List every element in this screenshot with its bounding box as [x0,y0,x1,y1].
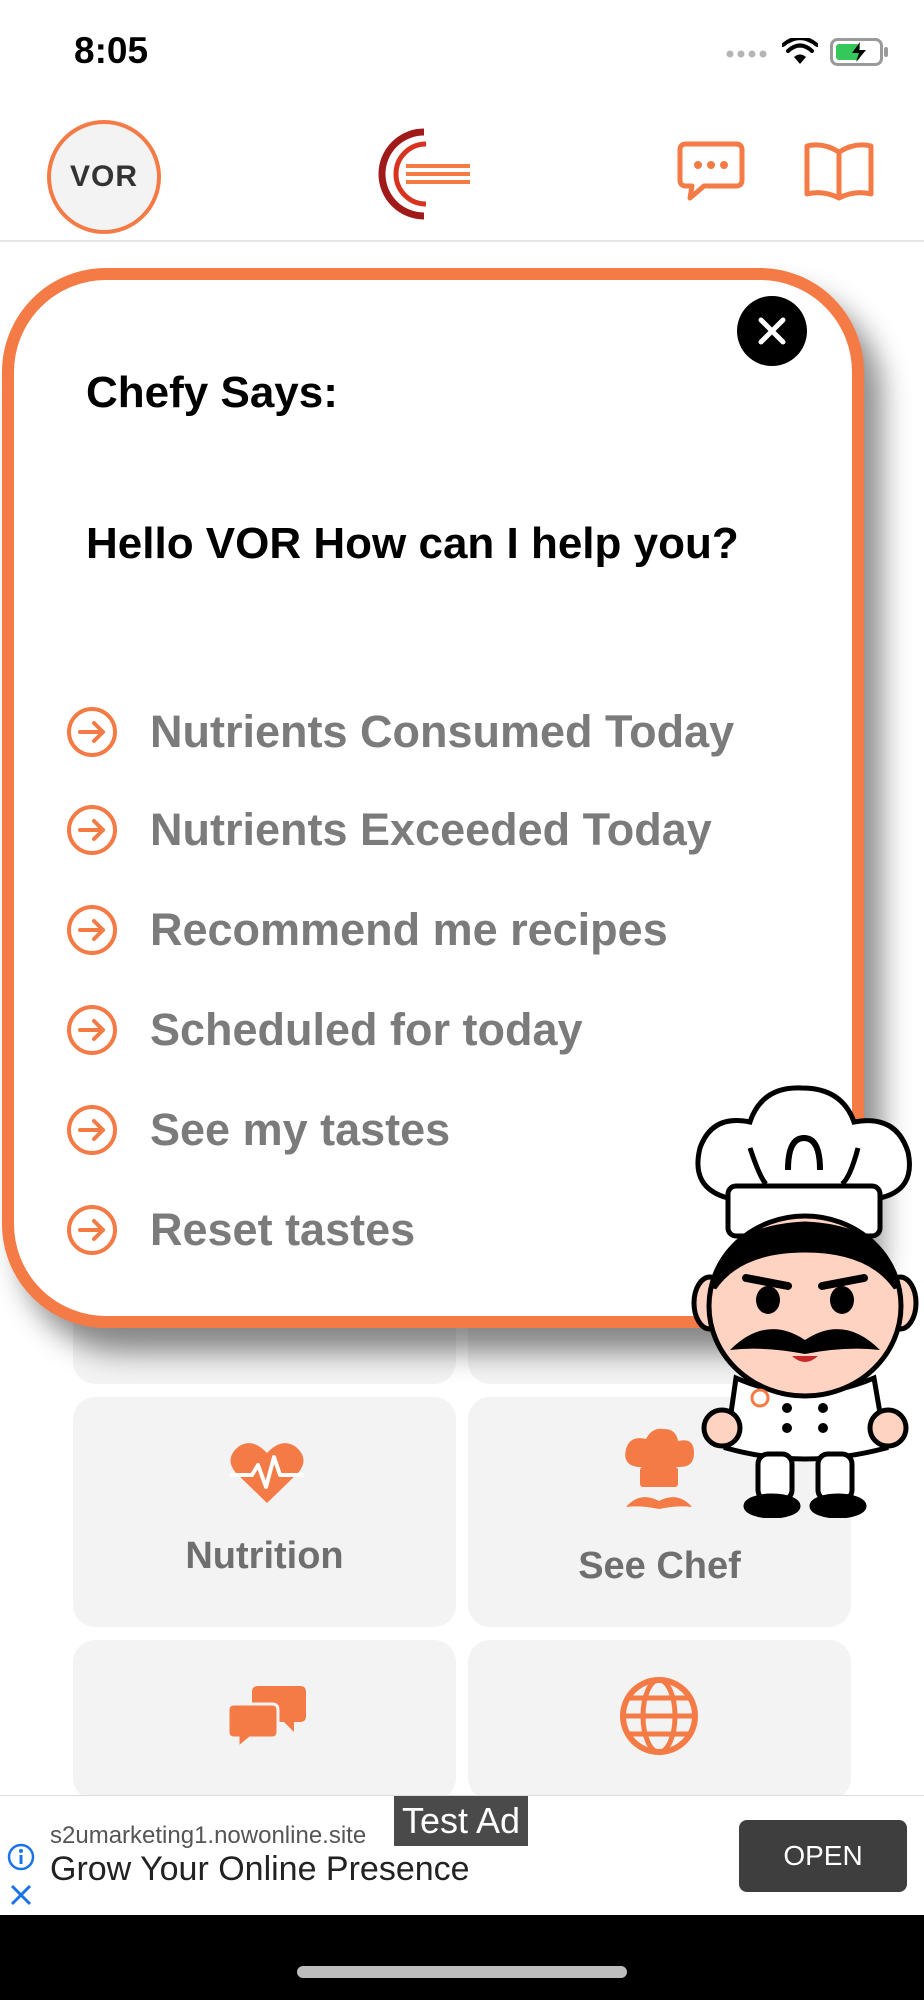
arrow-circle-icon [67,905,117,955]
wifi-icon [782,38,818,64]
arrow-circle-icon [67,707,117,757]
book-icon[interactable] [803,140,875,202]
option-label: See my tastes [150,1104,451,1155]
option-label: Nutrients Exceeded Today [150,804,712,855]
see-chef-label: See Chef [578,1545,741,1587]
battery-icon [830,38,888,66]
status-time: 8:05 [74,30,149,71]
option-recommend-recipes[interactable]: Recommend me recipes [66,904,668,956]
option-reset-tastes[interactable]: Reset tastes [66,1204,415,1256]
close-button[interactable] [737,296,807,366]
popup-title: Chefy Says: [86,368,338,417]
option-see-tastes[interactable]: See my tastes [66,1104,450,1156]
heartbeat-icon [230,1443,304,1503]
info-icon[interactable] [6,1842,36,1872]
option-nutrients-exceeded[interactable]: Nutrients Exceeded Today [66,804,712,856]
signal-icon [726,50,767,58]
globe-tile[interactable] [468,1640,851,1800]
option-label: Reset tastes [150,1204,416,1255]
chef-hat-icon [625,1428,694,1509]
nutrition-tile[interactable]: Nutrition [73,1397,456,1627]
app-logo [378,128,470,220]
status-icons [726,38,890,66]
close-icon[interactable] [8,1882,34,1908]
ad-headline[interactable]: Grow Your Online Presence [50,1850,470,1889]
popup-greeting: Hello VOR How can I help you? [86,519,739,568]
interaction-tile[interactable] [73,1640,456,1800]
option-label: Scheduled for today [150,1004,583,1055]
ad-open-button[interactable]: OPEN [739,1820,907,1892]
option-label: Nutrients Consumed Today [150,706,735,757]
app-header: VOR [0,100,924,242]
ad-domain: s2umarketing1.nowonline.site [50,1822,367,1849]
avatar[interactable]: VOR [47,120,161,234]
bottom-bar [0,1915,924,2000]
option-label: Recommend me recipes [150,904,668,955]
arrow-circle-icon [67,805,117,855]
avatar-text: VOR [69,160,138,193]
chat-icon[interactable] [676,140,746,202]
nutrition-label: Nutrition [185,1535,344,1577]
arrow-circle-icon [67,1005,117,1055]
close-icon [758,317,786,345]
ad-tag: Test Ad [394,1796,529,1846]
home-indicator[interactable] [297,1966,627,1978]
globe-icon [620,1677,698,1755]
chef-mascot-icon[interactable] [690,1078,920,1518]
option-nutrients-consumed[interactable]: Nutrients Consumed Today [66,706,734,758]
arrow-circle-icon [67,1205,117,1255]
chat-bubbles-icon [228,1686,306,1748]
option-scheduled-today[interactable]: Scheduled for today [66,1004,583,1056]
arrow-circle-icon [67,1105,117,1155]
